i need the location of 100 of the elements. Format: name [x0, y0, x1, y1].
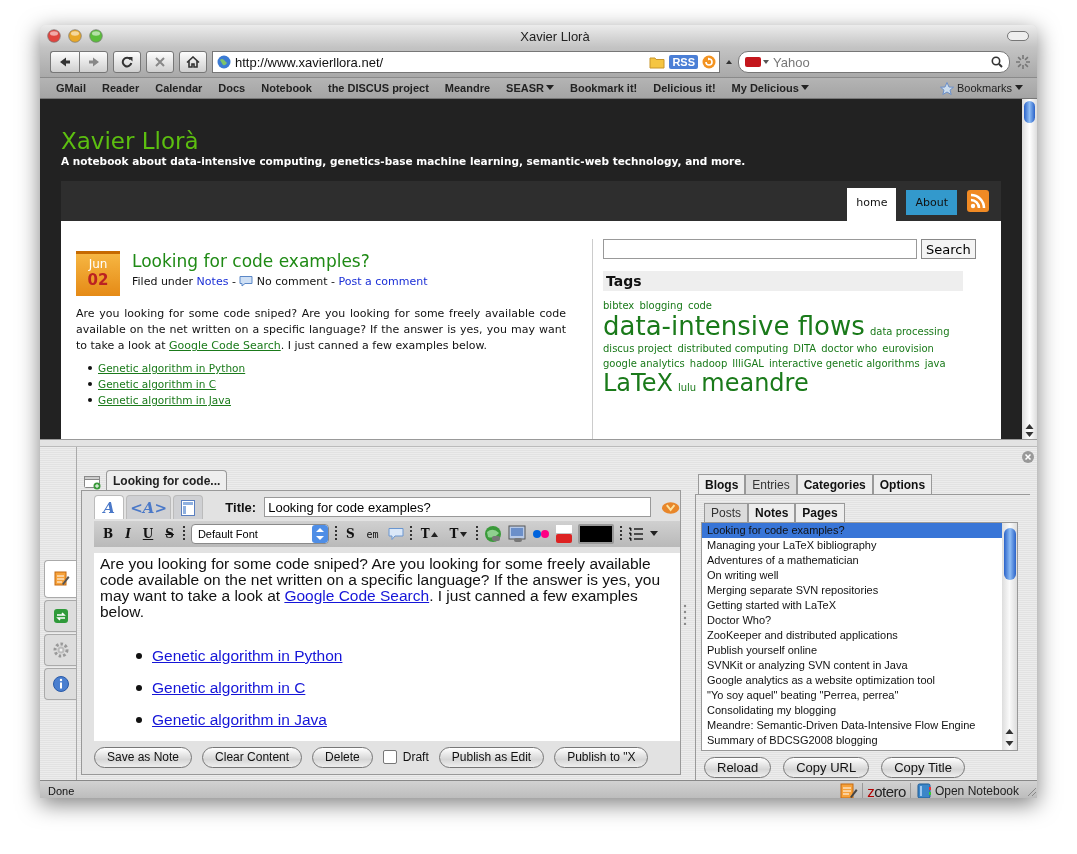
- side-tab[interactable]: [44, 600, 76, 632]
- tag-link[interactable]: discus project: [603, 343, 673, 354]
- font-dropdown[interactable]: Default Font: [190, 524, 329, 544]
- address-field[interactable]: http://www.xavierllora.net/ RSS: [212, 51, 720, 73]
- list-item[interactable]: Consolidating my blogging: [702, 703, 1002, 718]
- minimize-button[interactable]: [68, 29, 82, 43]
- scroll-thumb[interactable]: [1024, 101, 1035, 123]
- tag-link[interactable]: java: [924, 358, 946, 369]
- format-button[interactable]: B: [100, 527, 117, 541]
- scroll-down-icon[interactable]: [1005, 740, 1014, 747]
- side-tab[interactable]: [44, 634, 76, 666]
- list-item[interactable]: Doctor Who?: [702, 613, 1002, 628]
- meta-link[interactable]: Post a comment: [338, 275, 428, 288]
- action-button[interactable]: Copy Title: [881, 757, 965, 778]
- list-item[interactable]: Google analytics as a website optimization tool: [702, 673, 1002, 688]
- list-link[interactable]: Genetic algorithm in Python: [152, 646, 343, 666]
- bookmark-link[interactable]: Docs: [210, 79, 254, 97]
- action-button[interactable]: Copy URL: [783, 757, 870, 778]
- color-picker-button[interactable]: [577, 524, 614, 544]
- list-item[interactable]: Managing your LaTeX bibliography: [702, 538, 1002, 553]
- tag-link[interactable]: interactive genetic algorithms: [768, 358, 920, 369]
- two-dots-icon[interactable]: [531, 529, 550, 539]
- globe-link-icon[interactable]: [483, 525, 502, 543]
- nav-tab[interactable]: home: [847, 188, 897, 221]
- bookmark-link[interactable]: Calendar: [147, 79, 211, 97]
- toolbar-toggle-button[interactable]: [1007, 31, 1029, 41]
- close-button[interactable]: [47, 29, 61, 43]
- list-item[interactable]: ZooKeeper and distributed applications: [702, 628, 1002, 643]
- notepad-icon[interactable]: [840, 783, 859, 798]
- scrollbar[interactable]: [1022, 99, 1037, 439]
- tab[interactable]: Posts: [704, 503, 748, 522]
- rss-feed-icon[interactable]: [967, 190, 989, 212]
- list-link[interactable]: Genetic algorithm in Java: [152, 710, 327, 730]
- reload-button[interactable]: [113, 51, 141, 73]
- bookmark-link[interactable]: GMail: [48, 79, 94, 97]
- splitter-handle-icon[interactable]: [683, 602, 687, 625]
- close-icon[interactable]: [1022, 451, 1034, 463]
- stop-button[interactable]: [146, 51, 174, 73]
- speech-bubble-icon[interactable]: [387, 527, 404, 541]
- scroll-up-icon[interactable]: [1025, 423, 1034, 430]
- search-icon[interactable]: [991, 56, 1003, 68]
- bookmark-link[interactable]: Notebook: [253, 79, 320, 97]
- tag-link[interactable]: distributed computing: [677, 343, 789, 354]
- caret-icon[interactable]: [725, 59, 733, 65]
- nav-tab[interactable]: About: [906, 190, 957, 215]
- tag-link[interactable]: meandre: [701, 369, 809, 397]
- meta-link[interactable]: Notes: [196, 275, 229, 288]
- site-title[interactable]: Xavier Llorà: [61, 127, 1001, 155]
- list-item[interactable]: Meandre: Semantic-Driven Data-Intensive Flow Engine: [702, 718, 1002, 733]
- caret-icon[interactable]: [649, 531, 658, 537]
- tag-button[interactable]: S: [342, 527, 358, 541]
- action-button[interactable]: Clear Content: [202, 746, 303, 768]
- bookmarks-menu[interactable]: Bookmarks: [931, 79, 1031, 97]
- action-button[interactable]: Publish to "X: [554, 746, 649, 768]
- numbered-list-icon[interactable]: [627, 526, 644, 542]
- increase-size-button[interactable]: T: [417, 527, 441, 541]
- list-item[interactable]: On writing well: [702, 568, 1002, 583]
- search-field[interactable]: [603, 239, 917, 259]
- scrollbar[interactable]: [1002, 523, 1017, 750]
- action-button[interactable]: Delete: [312, 746, 373, 768]
- tab[interactable]: Entries: [745, 474, 797, 494]
- format-button[interactable]: I: [122, 527, 134, 541]
- tag-link[interactable]: google analytics: [603, 358, 685, 369]
- action-button[interactable]: Reload: [704, 757, 772, 778]
- editor-area[interactable]: [94, 553, 680, 741]
- tab[interactable]: Options: [872, 474, 933, 494]
- tag-link[interactable]: bibtex: [603, 300, 635, 311]
- tag-link[interactable]: LaTeX: [603, 369, 673, 397]
- resize-grip-icon[interactable]: [1025, 785, 1037, 797]
- tag-link[interactable]: code: [687, 300, 712, 311]
- tag-button[interactable]: em: [363, 528, 382, 540]
- bookmark-link[interactable]: Reader: [93, 79, 148, 97]
- folder-icon[interactable]: [649, 55, 666, 69]
- refresh-icon[interactable]: [702, 55, 716, 69]
- post-title[interactable]: Looking for code examples?: [132, 251, 428, 271]
- action-button[interactable]: Save as Note: [94, 746, 193, 768]
- side-tab[interactable]: [44, 560, 76, 598]
- zotero-button[interactable]: zotero: [862, 782, 911, 798]
- list-item[interactable]: SVNKit or analyzing SVN content in Java: [702, 658, 1002, 673]
- tag-link[interactable]: data processing: [869, 326, 950, 337]
- image-icon[interactable]: [507, 525, 526, 543]
- tag-link[interactable]: lulu: [677, 382, 697, 393]
- mode-tab[interactable]: [173, 495, 204, 519]
- action-button[interactable]: Publish as Edit: [438, 746, 545, 768]
- scroll-thumb[interactable]: [1003, 528, 1016, 580]
- search-field[interactable]: Yahoo: [738, 51, 1010, 73]
- open-notebook-button[interactable]: Open Notebook: [914, 783, 1021, 798]
- bookmark-link[interactable]: Delicious it!: [645, 79, 724, 97]
- tag-link[interactable]: doctor who: [821, 343, 878, 354]
- tag-link[interactable]: IlliGAL: [732, 358, 764, 369]
- bookmark-menu[interactable]: SEASR: [498, 79, 562, 97]
- list-item[interactable]: Looking for code examples?: [702, 523, 1002, 538]
- tab[interactable]: Notes: [748, 503, 796, 522]
- list-link[interactable]: Genetic algorithm in Python: [98, 360, 246, 376]
- list-item[interactable]: Getting started with LaTeX: [702, 598, 1002, 613]
- side-tab[interactable]: [44, 668, 76, 700]
- bookmark-link[interactable]: the DISCUS project: [319, 79, 437, 97]
- list-link[interactable]: Genetic algorithm in C: [98, 376, 217, 392]
- tag-link[interactable]: hadoop: [689, 358, 728, 369]
- back-button[interactable]: [50, 51, 79, 73]
